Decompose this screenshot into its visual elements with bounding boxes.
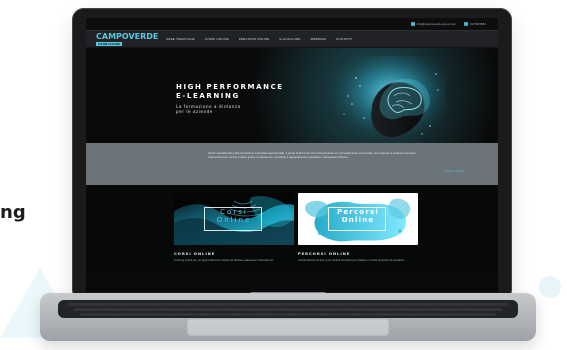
nav-item-corsi-online[interactable]: CORSI ONLINE	[205, 37, 229, 41]
keyboard-keys	[68, 303, 508, 316]
card-image-title-line-2: Online	[341, 216, 375, 224]
card-title: Percorsi Online	[298, 251, 351, 256]
card-description: Combinazione di due o più moduli formati…	[298, 259, 405, 262]
card-image-title-line-2: Online	[216, 216, 252, 224]
hero-title: HIGH PERFORMANCE E-LEARNING	[176, 83, 284, 101]
logo[interactable]: CAMPOVERDE FORMAZIONE	[96, 30, 158, 48]
card-percorsi-online[interactable]: Percorsi Online Percorsi Online Combinaz…	[298, 193, 418, 271]
nav-item-webinar[interactable]: WEBINAR	[311, 37, 326, 41]
contact-bar: info@campoverde-group.com 02 5815581	[86, 18, 498, 30]
logo-text: CAMPOVERDE	[96, 31, 159, 41]
main-navigation: CAMPOVERDE FORMAZIONE AREE TEMATICHE COR…	[86, 30, 498, 48]
keyboard	[58, 300, 518, 318]
nav-item-aree-tematiche[interactable]: AREE TEMATICHE	[166, 37, 195, 41]
nav-item-percorsi-online[interactable]: PERCORSI ONLINE	[239, 37, 270, 41]
stage: ng info@campoverde-group.com 02 5815581 …	[0, 0, 567, 350]
card-corsi-online[interactable]: Corsi Online Corsi Online Training onlin…	[174, 193, 294, 271]
laptop-screen: info@campoverde-group.com 02 5815581 CAM…	[86, 18, 498, 292]
cards-section: Corsi Online Corsi Online Training onlin…	[86, 185, 498, 273]
hero-section: HIGH PERFORMANCE E-LEARNING La formazion…	[86, 48, 498, 143]
phone-text: 02 5815581	[470, 22, 486, 26]
intro-text: Ventis specializzate nella formazione az…	[208, 152, 416, 159]
nav-links: AREE TEMATICHE CORSI ONLINE PERCORSI ONL…	[166, 37, 352, 41]
decorative-dot	[539, 276, 561, 298]
card-image-title-line-1: Percorsi	[337, 208, 379, 216]
logo-subtext: FORMAZIONE	[96, 41, 123, 46]
card-description: Training online per un apprendimento rap…	[174, 259, 274, 262]
card-image-title: Percorsi Online	[298, 208, 418, 224]
nav-item-contatti[interactable]: CONTATTI	[336, 37, 352, 41]
card-image-title-line-1: Corsi	[220, 208, 248, 216]
hero-title-line-1: HIGH PERFORMANCE	[176, 83, 284, 91]
hero-subtitle-line-2: per le aziende	[176, 109, 213, 114]
email-text: info@campoverde-group.com	[416, 22, 457, 26]
phone-icon	[464, 22, 469, 26]
email-contact[interactable]: info@campoverde-group.com	[410, 22, 457, 26]
brain-illustration	[326, 56, 446, 143]
card-image: Percorsi Online	[298, 193, 418, 245]
intro-band: Ventis specializzate nella formazione az…	[86, 143, 498, 185]
card-image-title: Corsi Online	[174, 208, 294, 224]
mail-icon	[410, 22, 415, 26]
phone-contact[interactable]: 02 5815581	[464, 22, 486, 26]
hero-title-line-2: E-LEARNING	[176, 92, 240, 100]
trackpad	[187, 319, 389, 336]
card-image: Corsi Online	[174, 193, 294, 245]
nav-item-e-coaching[interactable]: E-COACHING	[279, 37, 300, 41]
intro-link[interactable]: Scopri di più	[445, 169, 464, 173]
card-title: Corsi Online	[174, 251, 216, 256]
left-heading-fragment: ng	[0, 202, 26, 223]
hero-subtitle: La formazione a distanza per le aziende	[176, 104, 241, 114]
